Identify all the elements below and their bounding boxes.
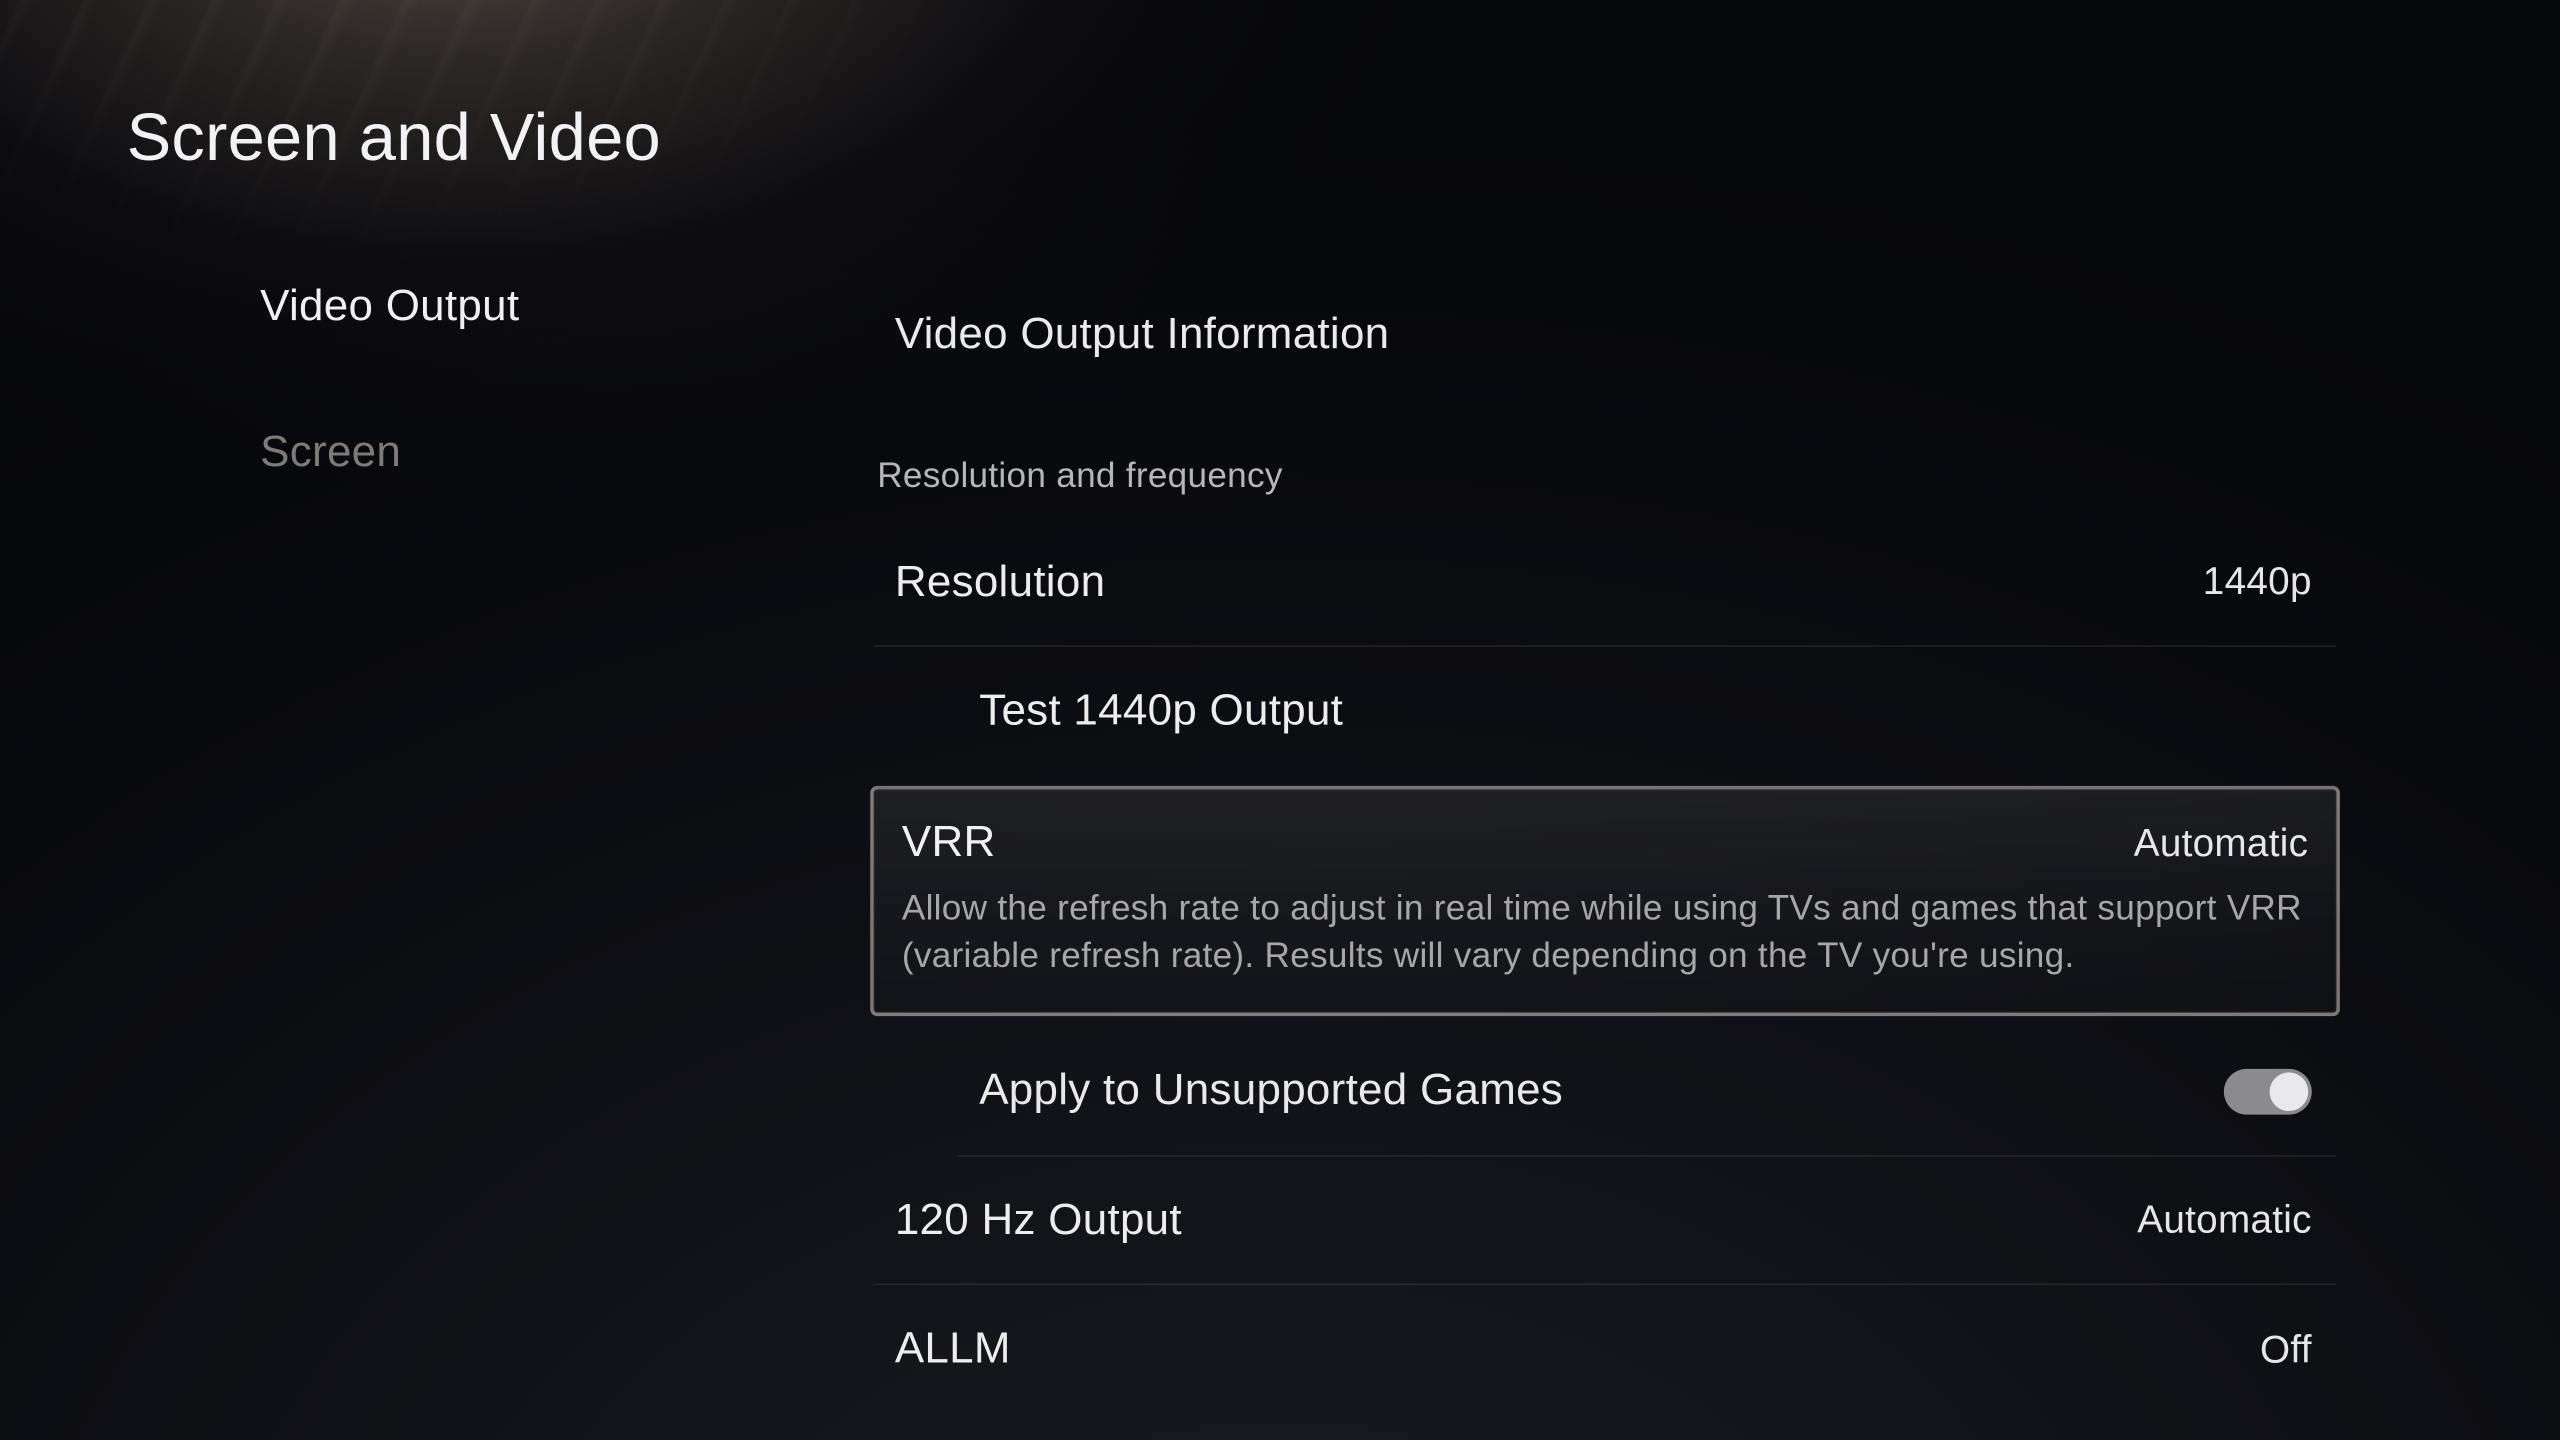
sidebar: Video Output Screen bbox=[260, 281, 787, 573]
row-resolution[interactable]: Resolution 1440p bbox=[874, 519, 2337, 647]
vrr-value: Automatic bbox=[2134, 821, 2309, 867]
resolution-value: 1440p bbox=[2203, 559, 2312, 605]
hz120-value: Automatic bbox=[2137, 1197, 2312, 1243]
video-output-information-label: Video Output Information bbox=[895, 309, 1390, 360]
vrr-description: Allow the refresh rate to adjust in real… bbox=[902, 886, 2308, 981]
apply-unsupported-toggle[interactable] bbox=[2224, 1068, 2312, 1114]
sidebar-item-video-output[interactable]: Video Output bbox=[260, 281, 787, 427]
row-test-1440p-output[interactable]: Test 1440p Output bbox=[874, 647, 2337, 775]
page-title: Screen and Video bbox=[127, 102, 661, 178]
vrr-label: VRR bbox=[902, 817, 996, 868]
row-apply-to-unsupported-games[interactable]: Apply to Unsupported Games bbox=[958, 1027, 2336, 1155]
section-label-resolution-frequency: Resolution and frequency bbox=[874, 387, 2337, 519]
apply-unsupported-label: Apply to Unsupported Games bbox=[979, 1065, 1563, 1116]
row-vrr[interactable]: VRR Automatic Allow the refresh rate to … bbox=[870, 786, 2340, 1016]
allm-label: ALLM bbox=[895, 1324, 1011, 1375]
toggle-knob-icon bbox=[2270, 1072, 2309, 1111]
row-allm[interactable]: ALLM Off bbox=[874, 1285, 2337, 1413]
content-pane: Video Output Information Resolution and … bbox=[874, 281, 2337, 1413]
sidebar-item-screen[interactable]: Screen bbox=[260, 427, 787, 573]
allm-value: Off bbox=[2260, 1326, 2312, 1372]
row-video-output-information[interactable]: Video Output Information bbox=[874, 281, 2337, 386]
hz120-label: 120 Hz Output bbox=[895, 1195, 1182, 1246]
test-1440p-label: Test 1440p Output bbox=[979, 686, 1343, 737]
row-120hz-output[interactable]: 120 Hz Output Automatic bbox=[874, 1157, 2337, 1285]
resolution-label: Resolution bbox=[895, 556, 1105, 607]
